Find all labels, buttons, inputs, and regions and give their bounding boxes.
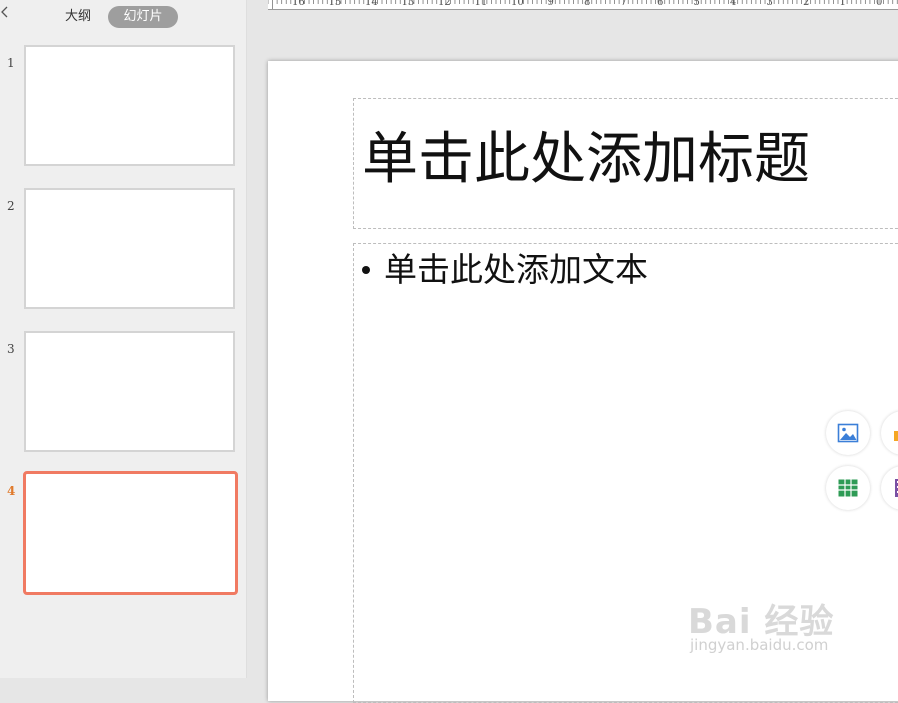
slide-thumbnail-1[interactable]: [24, 45, 235, 166]
insert-picture-button[interactable]: [826, 411, 870, 455]
body-bullet: 单击此处添加文本: [362, 252, 648, 288]
ruler-label: 2: [803, 0, 810, 8]
ruler-label: 12: [438, 0, 451, 8]
chart-icon: [894, 431, 898, 441]
ruler-label: 1: [839, 0, 846, 8]
ruler-label: 10: [511, 0, 524, 8]
slide-number: 3: [7, 342, 15, 356]
body-placeholder[interactable]: 单击此处添加文本: [353, 243, 898, 703]
insert-table-button[interactable]: [826, 466, 870, 510]
ruler-label: 9: [547, 0, 554, 8]
slide-thumbnail-4-selected[interactable]: [23, 471, 238, 595]
ruler-label: 15: [328, 0, 342, 8]
tab-outline[interactable]: 大纲: [56, 6, 100, 28]
video-icon: [895, 479, 898, 497]
ruler-label: 13: [401, 0, 415, 8]
slide-number: 1: [7, 56, 15, 70]
ruler-label: 8: [584, 0, 591, 8]
ruler-label: 3: [766, 0, 773, 8]
tab-slides[interactable]: 幻灯片: [108, 6, 178, 28]
picture-icon: [837, 423, 859, 443]
title-placeholder-text: 单击此处添加标题: [362, 127, 810, 192]
slide-number: 2: [7, 199, 15, 213]
table-icon: [838, 479, 858, 497]
ruler-label: 11: [474, 0, 488, 8]
slide-canvas: 单击此处添加标题 单击此处添加文本: [268, 61, 898, 703]
ruler-label: 5: [693, 0, 700, 8]
ruler-label: 14: [365, 0, 378, 8]
bullet-dot: [362, 265, 370, 274]
body-placeholder-text: 单击此处添加文本: [384, 250, 648, 289]
ruler-label: 0: [876, 0, 883, 8]
horizontal-ruler: 16 15 14 13 12 11 10 9 8 7 6 5 4 3 2 1 0: [268, 0, 898, 10]
collapse-panel-button[interactable]: [0, 5, 10, 19]
slide-thumbnail-2[interactable]: [24, 188, 235, 309]
title-placeholder[interactable]: 单击此处添加标题: [353, 98, 898, 229]
ruler-label: 4: [730, 0, 737, 8]
slide-number-active: 4: [7, 484, 16, 498]
slide-thumbnail-3[interactable]: [24, 331, 235, 452]
ruler-label: 7: [620, 0, 627, 8]
chevron-left-icon: [1, 6, 8, 18]
ruler-label: 6: [657, 0, 664, 8]
ruler-label: 16: [292, 0, 305, 8]
slide-panel: 大纲 幻灯片 1 2 3 4: [0, 0, 247, 678]
